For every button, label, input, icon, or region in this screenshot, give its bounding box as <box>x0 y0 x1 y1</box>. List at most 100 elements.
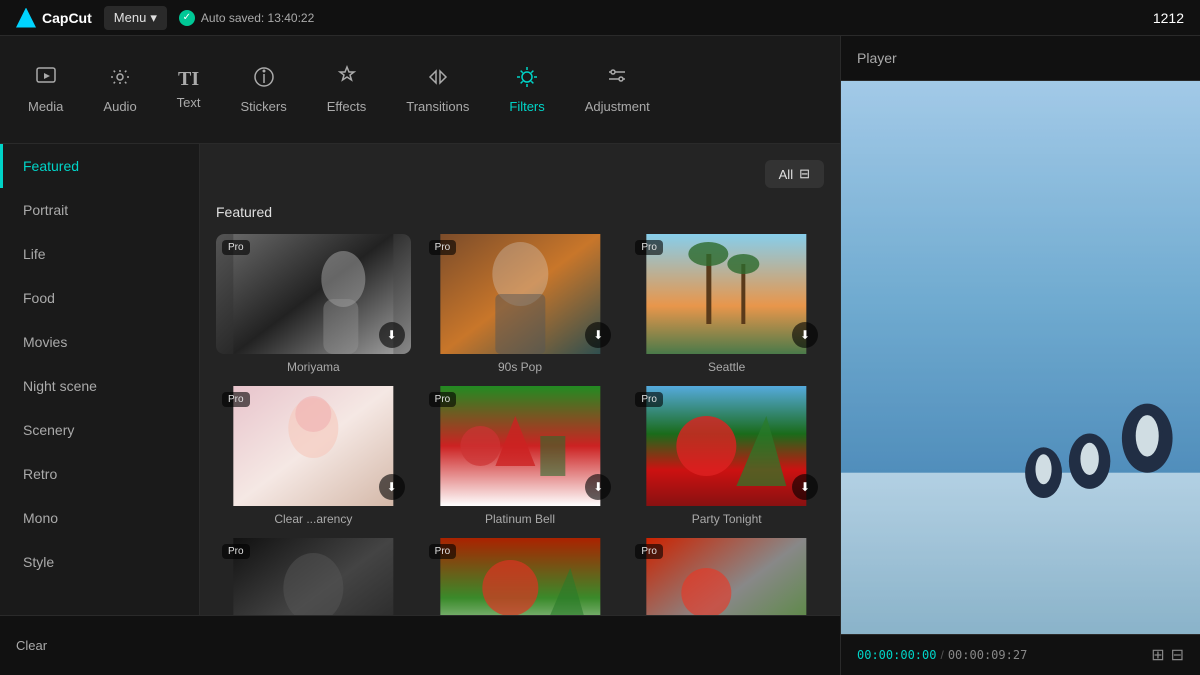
sidebar-item-life[interactable]: Life <box>0 232 199 276</box>
tab-adjustment[interactable]: Adjustment <box>565 36 670 143</box>
tab-media-label: Media <box>28 99 63 114</box>
filter-icon: ⊟ <box>799 166 810 182</box>
filter-card-extra2[interactable]: Pro <box>423 538 618 615</box>
filter-name-platinumbell: Platinum Bell <box>423 512 618 526</box>
filter-card-moriyama[interactable]: Pro ⬇ Moriyama <box>216 234 411 374</box>
filter-name-moriyama: Moriyama <box>216 360 411 374</box>
tab-media[interactable]: Media <box>8 36 83 143</box>
tab-stickers-label: Stickers <box>241 99 287 114</box>
filter-thumb-extra2: Pro <box>423 538 618 615</box>
auto-saved-text: Auto saved: 13:40:22 <box>201 11 314 25</box>
filter-thumb-seattle: Pro ⬇ <box>629 234 824 354</box>
tab-text[interactable]: TI Text <box>157 36 221 143</box>
sidebar-item-style[interactable]: Style <box>0 540 199 584</box>
transitions-icon <box>426 65 450 93</box>
sidebar-item-food[interactable]: Food <box>0 276 199 320</box>
player-title: Player <box>857 50 897 66</box>
pro-badge-extra3: Pro <box>635 544 663 559</box>
tab-filters[interactable]: Filters <box>489 36 564 143</box>
grid-view-icon[interactable]: ⊞ <box>1151 645 1164 665</box>
filter-card-seattle[interactable]: Pro ⬇ Seattle <box>629 234 824 374</box>
filter-card-90spop[interactable]: Pro ⬇ 90s Pop <box>423 234 618 374</box>
filter-card-clearancy[interactable]: Pro ⬇ Clear ...arency <box>216 386 411 526</box>
tab-effects-label: Effects <box>327 99 367 114</box>
time-current: 00:00:00:00 <box>857 648 936 662</box>
player-controls: 00:00:00:00 / 00:00:09:27 ⊞ ⊟ <box>841 634 1200 675</box>
sidebar-item-scenery-label: Scenery <box>23 422 74 438</box>
menu-button[interactable]: Menu ▾ <box>104 6 167 30</box>
sidebar-item-retro[interactable]: Retro <box>0 452 199 496</box>
filter-name-partytonight: Party Tonight <box>629 512 824 526</box>
sidebar-item-mono-label: Mono <box>23 510 58 526</box>
top-bar-left: CapCut Menu ▾ ✓ Auto saved: 13:40:22 <box>16 6 314 30</box>
tab-effects[interactable]: Effects <box>307 36 387 143</box>
player-content: 00:00:00:00 / 00:00:09:27 ⊞ ⊟ <box>841 81 1200 675</box>
download-btn-clearancy[interactable]: ⬇ <box>379 474 405 500</box>
pro-badge-moriyama: Pro <box>222 240 250 255</box>
filter-card-extra1[interactable]: Pro <box>216 538 411 615</box>
filter-card-platinumbell[interactable]: Pro ⬇ Platinum Bell <box>423 386 618 526</box>
filter-thumb-extra3: Pro <box>629 538 824 615</box>
sidebar-item-nightscene[interactable]: Night scene <box>0 364 199 408</box>
filter-toolbar: All ⊟ <box>216 160 824 188</box>
main-layout: Media Audio TI Text <box>0 36 1200 675</box>
pro-badge-extra1: Pro <box>222 544 250 559</box>
clear-label: Clear <box>16 638 47 653</box>
sidebar-item-featured-label: Featured <box>23 158 79 174</box>
list-view-icon[interactable]: ⊟ <box>1171 645 1184 665</box>
pro-badge-extra2: Pro <box>429 544 457 559</box>
filters-icon <box>515 65 539 93</box>
pro-badge-seattle: Pro <box>635 240 663 255</box>
tab-stickers[interactable]: Stickers <box>221 36 307 143</box>
auto-saved-indicator: ✓ Auto saved: 13:40:22 <box>179 10 314 26</box>
tab-filters-label: Filters <box>509 99 544 114</box>
right-panel: Player <box>840 36 1200 675</box>
sidebar-item-movies[interactable]: Movies <box>0 320 199 364</box>
sidebar-item-portrait[interactable]: Portrait <box>0 188 199 232</box>
player-view-toggle[interactable]: ⊞ ⊟ <box>1151 645 1184 665</box>
filter-thumb-platinumbell: Pro ⬇ <box>423 386 618 506</box>
check-icon: ✓ <box>179 10 195 26</box>
download-btn-moriyama[interactable]: ⬇ <box>379 322 405 348</box>
filter-card-partytonight[interactable]: Pro ⬇ Party Tonight <box>629 386 824 526</box>
filter-card-extra3[interactable]: Pro <box>629 538 824 615</box>
top-bar: CapCut Menu ▾ ✓ Auto saved: 13:40:22 121… <box>0 0 1200 36</box>
sidebar-item-featured[interactable]: Featured <box>0 144 199 188</box>
sidebar-item-movies-label: Movies <box>23 334 67 350</box>
content-area: Featured Portrait Life Food Movies Night… <box>0 144 840 615</box>
clear-button[interactable]: Clear <box>16 638 47 653</box>
filter-thumb-extra1: Pro <box>216 538 411 615</box>
pro-badge-partytonight: Pro <box>635 392 663 407</box>
pro-badge-90spop: Pro <box>429 240 457 255</box>
bottom-strip: Clear <box>0 615 840 675</box>
media-icon <box>34 65 58 93</box>
sidebar-item-nightscene-label: Night scene <box>23 378 97 394</box>
tab-audio[interactable]: Audio <box>83 36 156 143</box>
filter-name-seattle: Seattle <box>629 360 824 374</box>
logo: CapCut <box>16 8 92 28</box>
tab-adjustment-label: Adjustment <box>585 99 650 114</box>
player-header: Player <box>841 36 1200 81</box>
download-btn-partytonight[interactable]: ⬇ <box>792 474 818 500</box>
filter-thumb-partytonight: Pro ⬇ <box>629 386 824 506</box>
sidebar-item-scenery[interactable]: Scenery <box>0 408 199 452</box>
sidebar-item-food-label: Food <box>23 290 55 306</box>
sidebar-item-portrait-label: Portrait <box>23 202 68 218</box>
filter-grid: Pro ⬇ Moriyama <box>216 234 824 615</box>
all-filter-button[interactable]: All ⊟ <box>765 160 824 188</box>
menu-chevron-icon: ▾ <box>150 10 157 26</box>
tab-transitions-label: Transitions <box>406 99 469 114</box>
left-panel: Media Audio TI Text <box>0 36 840 675</box>
all-btn-label: All <box>779 167 793 182</box>
sidebar-item-style-label: Style <box>23 554 54 570</box>
filter-thumb-clearancy: Pro ⬇ <box>216 386 411 506</box>
filter-thumb-90spop: Pro ⬇ <box>423 234 618 354</box>
section-title: Featured <box>216 204 824 220</box>
effects-icon <box>335 65 359 93</box>
filter-name-clearancy: Clear ...arency <box>216 512 411 526</box>
tab-transitions[interactable]: Transitions <box>386 36 489 143</box>
audio-icon <box>108 65 132 93</box>
sidebar-item-mono[interactable]: Mono <box>0 496 199 540</box>
download-btn-seattle[interactable]: ⬇ <box>792 322 818 348</box>
time-total: 00:00:09:27 <box>948 648 1027 662</box>
